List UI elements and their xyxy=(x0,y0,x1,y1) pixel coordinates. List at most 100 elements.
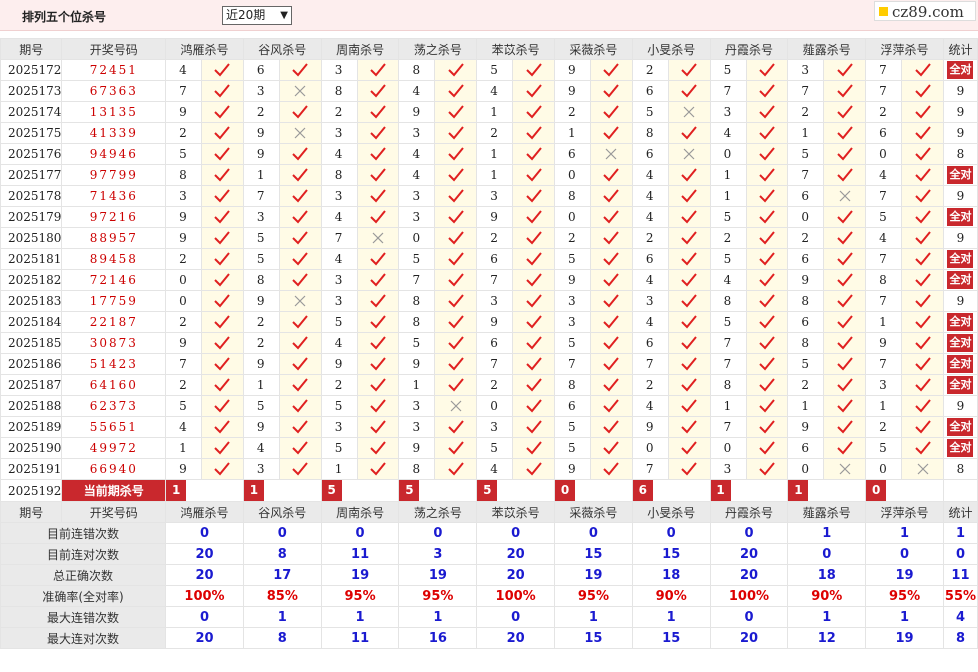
row-stat: 9 xyxy=(942,395,978,417)
result-mark xyxy=(901,311,944,333)
result-mark xyxy=(434,164,478,186)
kill-number: 1 xyxy=(242,164,280,186)
result-mark xyxy=(512,437,556,459)
check-icon xyxy=(525,273,542,287)
issue-number: 2025181 xyxy=(0,248,63,270)
result-mark xyxy=(667,458,711,480)
column-header: 丹霞杀号 xyxy=(709,501,789,523)
result-mark xyxy=(512,332,556,354)
column-header: 薤露杀号 xyxy=(787,38,867,60)
kill-number: 4 xyxy=(631,269,669,291)
row-stat: 9 xyxy=(942,185,978,207)
check-icon xyxy=(525,357,542,371)
column-header: 周南杀号 xyxy=(320,501,400,523)
result-mark xyxy=(901,437,944,459)
result-mark xyxy=(278,395,322,417)
kill-number: 5 xyxy=(865,206,903,228)
result-mark xyxy=(512,101,556,123)
kill-number: 0 xyxy=(554,164,591,186)
kill-number: 3 xyxy=(398,416,436,438)
result-mark xyxy=(745,185,789,207)
kill-number: 5 xyxy=(865,437,903,459)
table-row: 2025183 17759 0 9 3 8 3 3 3 8 8 7 9 xyxy=(0,290,978,312)
check-icon xyxy=(681,294,697,308)
kill-number: 6 xyxy=(554,395,591,417)
summary-value: 19 xyxy=(865,564,944,586)
result-mark xyxy=(356,143,400,165)
period-select[interactable]: 近20期 ▼ xyxy=(222,6,292,25)
check-icon xyxy=(837,252,853,266)
kill-number: 4 xyxy=(165,416,203,438)
check-icon xyxy=(914,231,931,245)
check-icon xyxy=(914,294,931,308)
result-mark xyxy=(901,353,944,375)
check-icon xyxy=(292,399,309,413)
result-mark xyxy=(745,332,789,354)
kill-number: 4 xyxy=(865,164,903,186)
row-stat: 全对 xyxy=(942,374,978,396)
kill-number: 2 xyxy=(631,59,669,81)
table-row: 2025177 97799 8 1 8 4 1 0 4 1 7 4 全对 xyxy=(0,164,978,186)
table-row: 2025175 41339 2 9 3 3 2 1 8 4 1 6 9 xyxy=(0,122,978,144)
kill-number: 2 xyxy=(865,416,903,438)
check-icon xyxy=(759,462,775,476)
kill-number: 8 xyxy=(709,374,747,396)
summary-value: 18 xyxy=(631,564,711,586)
result-mark xyxy=(901,248,944,270)
check-icon xyxy=(681,399,697,413)
check-icon xyxy=(370,378,386,392)
site-logo[interactable]: cz89.com xyxy=(874,1,976,21)
kill-number: 7 xyxy=(865,80,903,102)
cross-icon xyxy=(294,295,306,307)
result-mark xyxy=(278,80,322,102)
check-icon xyxy=(525,336,542,350)
check-icon xyxy=(837,63,853,77)
result-mark xyxy=(901,206,944,228)
result-mark xyxy=(823,122,867,144)
summary-value: 11 xyxy=(320,543,400,565)
check-icon xyxy=(370,273,386,287)
kill-number: 4 xyxy=(709,269,747,291)
check-icon xyxy=(914,105,931,119)
result-mark xyxy=(745,311,789,333)
kill-number: 5 xyxy=(398,248,436,270)
kill-number: 2 xyxy=(320,374,358,396)
result-mark xyxy=(589,206,633,228)
all-correct-badge: 全对 xyxy=(947,166,974,184)
cross-icon xyxy=(605,148,617,160)
result-mark xyxy=(745,248,789,270)
result-mark xyxy=(201,353,244,375)
result-mark xyxy=(745,143,789,165)
summary-value: 8 xyxy=(242,627,322,649)
result-mark xyxy=(434,437,478,459)
check-icon xyxy=(370,441,386,455)
kill-number: 6 xyxy=(476,332,514,354)
check-icon xyxy=(837,147,853,161)
kill-number: 4 xyxy=(398,80,436,102)
result-mark xyxy=(823,374,867,396)
result-mark xyxy=(278,185,322,207)
issue-number: 2025176 xyxy=(0,143,63,165)
result-mark xyxy=(356,164,400,186)
issue-number: 2025184 xyxy=(0,311,63,333)
table-row: 2025176 94946 5 9 4 4 1 6 6 0 5 0 8 xyxy=(0,143,978,165)
kill-number: 9 xyxy=(787,269,825,291)
kill-number: 4 xyxy=(320,248,358,270)
issue-number: 2025189 xyxy=(0,416,63,438)
kill-number: 4 xyxy=(320,143,358,165)
kill-number: 3 xyxy=(865,374,903,396)
kill-number: 7 xyxy=(165,80,203,102)
current-kill-label: 当前期杀号 xyxy=(61,479,167,502)
summary-value: 0 xyxy=(476,606,556,628)
all-correct-badge: 全对 xyxy=(947,61,974,79)
summary-value: 20 xyxy=(476,627,556,649)
result-mark xyxy=(356,248,400,270)
summary-value: 19 xyxy=(554,564,633,586)
issue-number: 2025178 xyxy=(0,185,63,207)
kill-number: 2 xyxy=(242,332,280,354)
check-icon xyxy=(525,378,542,392)
kill-number: 5 xyxy=(709,311,747,333)
result-mark xyxy=(434,248,478,270)
summary-value: 1 xyxy=(554,606,633,628)
check-icon xyxy=(370,357,386,371)
